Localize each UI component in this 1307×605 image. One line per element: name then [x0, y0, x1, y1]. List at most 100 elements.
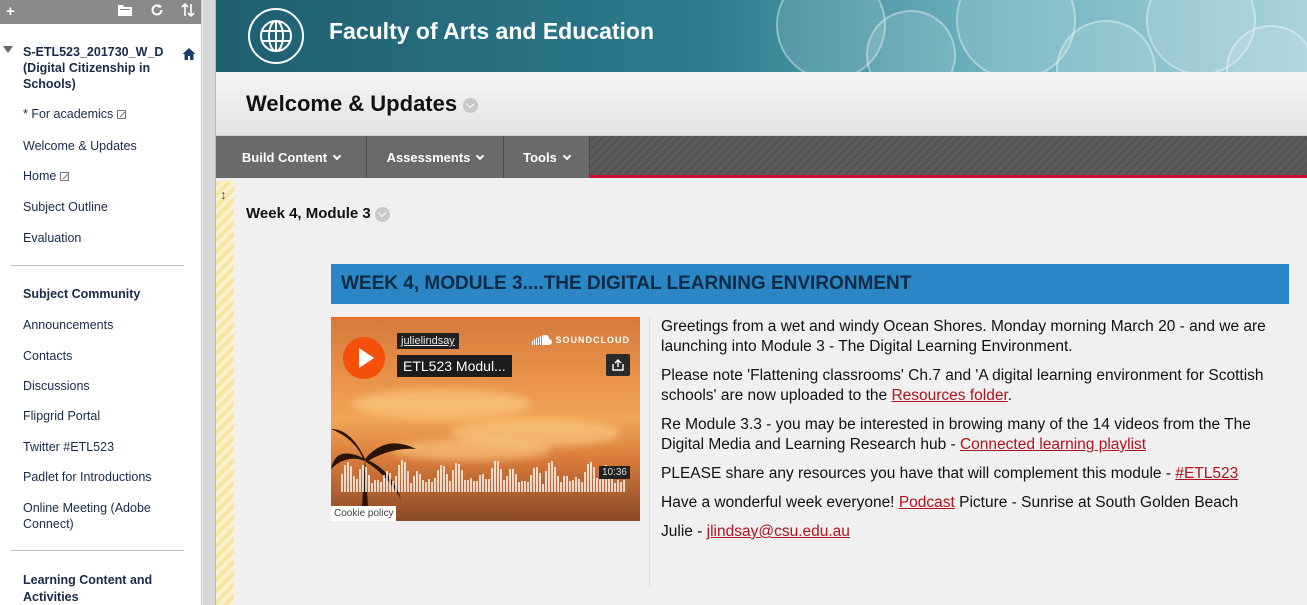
collapse-course-icon[interactable] — [3, 46, 13, 53]
connected-learning-playlist-link[interactable]: Connected learning playlist — [960, 436, 1146, 453]
waveform-bar — [389, 472, 391, 492]
paragraph-wish: Have a wonderful week everyone! Podcast … — [661, 493, 1291, 513]
waveform-bar — [449, 481, 451, 492]
reorder-icon[interactable] — [181, 2, 195, 22]
sidebar-item-discussions[interactable]: Discussions — [0, 378, 90, 394]
sidebar-item-contacts[interactable]: Contacts — [0, 348, 72, 364]
waveform-bar — [521, 480, 523, 492]
waveform-bar — [566, 476, 568, 492]
waveform-bar — [623, 479, 625, 492]
waveform-bar — [380, 482, 382, 492]
drag-handle-icon[interactable]: ↕ — [220, 187, 227, 202]
waveform-bar — [473, 480, 475, 492]
soundcloud-username-link[interactable]: julielindsay — [397, 333, 459, 349]
paragraph-signature: Julie - jlindsay@csu.edu.au — [661, 522, 1291, 542]
resources-folder-link[interactable]: Resources folder — [891, 387, 1007, 404]
waveform-bar — [524, 480, 526, 492]
sidebar-item-announcements[interactable]: Announcements — [0, 317, 113, 333]
waveform-bar — [413, 475, 415, 492]
add-menu-item-icon[interactable]: + — [6, 0, 15, 24]
action-bar: Build Content Assessments Tools — [216, 136, 1307, 178]
waveform-bar — [344, 465, 346, 492]
sidebar-item-label: Flipgrid Portal — [23, 409, 101, 423]
sidebar-item-twitter[interactable]: Twitter #ETL523 — [0, 439, 114, 455]
waveform-bar — [365, 467, 367, 492]
waveform-bar — [497, 461, 499, 492]
sidebar-item-evaluation[interactable]: Evaluation — [0, 230, 81, 246]
waveform-bar — [542, 483, 544, 492]
soundcloud-logo[interactable]: SOUNDCLOUD — [531, 335, 631, 345]
waveform-bar — [533, 468, 535, 492]
content-item-title: Week 4, Module 3 — [246, 205, 390, 222]
paragraph-share: PLEASE share any resources you have that… — [661, 464, 1291, 484]
sidebar-item-for-academics[interactable]: * For academics — [0, 106, 127, 122]
build-content-button[interactable]: Build Content — [216, 136, 367, 178]
waveform-bar — [494, 461, 496, 492]
folder-view-icon[interactable] — [117, 3, 133, 22]
soundcloud-track-title[interactable]: ETL523 Modul... — [397, 355, 512, 377]
waveform-bar — [503, 480, 505, 492]
waveform-bar — [467, 480, 469, 492]
sidebar-heading-subject-community[interactable]: Subject Community — [0, 286, 180, 303]
waveform-bar — [347, 462, 349, 492]
waveform-bar — [515, 474, 517, 492]
waveform-bar — [458, 463, 460, 492]
hashtag-etl523-link[interactable]: #ETL523 — [1175, 465, 1238, 482]
refresh-icon[interactable] — [150, 3, 164, 22]
waveform-bar — [614, 483, 616, 492]
waveform-bar — [617, 479, 619, 492]
course-menu-sidebar: + S-ETL523_201730_W_D (Digital Citizensh… — [0, 0, 202, 605]
sidebar-item-flipgrid-portal[interactable]: Flipgrid Portal — [0, 408, 100, 424]
sidebar-item-subject-outline[interactable]: Subject Outline — [0, 199, 108, 215]
home-icon[interactable] — [182, 47, 196, 61]
email-link[interactable]: jlindsay@csu.edu.au — [707, 523, 850, 540]
sidebar-divider — [11, 265, 184, 266]
waveform-bar — [353, 476, 355, 492]
play-button[interactable] — [343, 337, 385, 379]
page-options-chevron-icon[interactable] — [463, 97, 479, 113]
build-content-label: Build Content — [241, 149, 328, 165]
soundcloud-brand-label: SOUNDCLOUD — [555, 335, 630, 345]
cookie-policy-link[interactable]: Cookie policy — [331, 506, 397, 521]
assessments-button[interactable]: Assessments — [367, 136, 504, 178]
share-icon[interactable] — [606, 354, 630, 376]
waveform-bar — [461, 470, 463, 492]
audio-waveform[interactable] — [341, 456, 631, 492]
waveform-bar — [599, 477, 601, 492]
sidebar-toolbar: + — [0, 0, 201, 24]
item-options-chevron-icon[interactable] — [374, 206, 390, 222]
course-title[interactable]: S-ETL523_201730_W_D (Digital Citizenship… — [23, 44, 171, 92]
page-title-bar: Welcome & Updates — [216, 72, 1307, 136]
sidebar-item-welcome-updates[interactable]: Welcome & Updates — [0, 138, 137, 154]
sidebar-item-online-meeting[interactable]: Online Meeting (Adobe Connect) — [0, 500, 170, 532]
waveform-bar — [368, 474, 370, 492]
page-title-text: Welcome & Updates — [246, 91, 458, 116]
sidebar-heading-learning-content[interactable]: Learning Content and Activities — [0, 572, 175, 605]
waveform-bar — [479, 475, 481, 492]
waveform-bar — [539, 473, 541, 492]
tools-label: Tools — [523, 149, 557, 165]
waveform-bar — [551, 461, 553, 492]
sidebar-item-home[interactable]: Home — [0, 168, 70, 184]
paragraph-readings: Please note 'Flattening classrooms' Ch.7… — [661, 366, 1291, 406]
sidebar-item-padlet[interactable]: Padlet for Introductions — [0, 469, 152, 485]
waveform-bar — [575, 476, 577, 492]
waveform-bar — [488, 478, 490, 492]
post-body: Greetings from a wet and windy Ocean Sho… — [661, 317, 1291, 551]
frame-resize-edge[interactable] — [203, 0, 216, 605]
edit-mode-strip — [216, 181, 234, 605]
sidebar-item-label: Discussions — [23, 379, 90, 393]
waveform-bar — [398, 465, 400, 492]
track-duration: 10:36 — [598, 466, 630, 479]
assessments-label: Assessments — [386, 149, 471, 165]
course-title-row: S-ETL523_201730_W_D (Digital Citizenship… — [0, 24, 201, 92]
tools-button[interactable]: Tools — [504, 136, 590, 178]
waveform-bar — [446, 474, 448, 492]
waveform-bar — [386, 471, 388, 492]
waveform-bar — [470, 477, 472, 492]
waveform-bar — [512, 468, 514, 492]
waveform-bar — [560, 481, 562, 492]
waveform-bar — [578, 478, 580, 492]
sidebar-item-label: Announcements — [23, 318, 114, 332]
podcast-link[interactable]: Podcast — [899, 494, 955, 511]
